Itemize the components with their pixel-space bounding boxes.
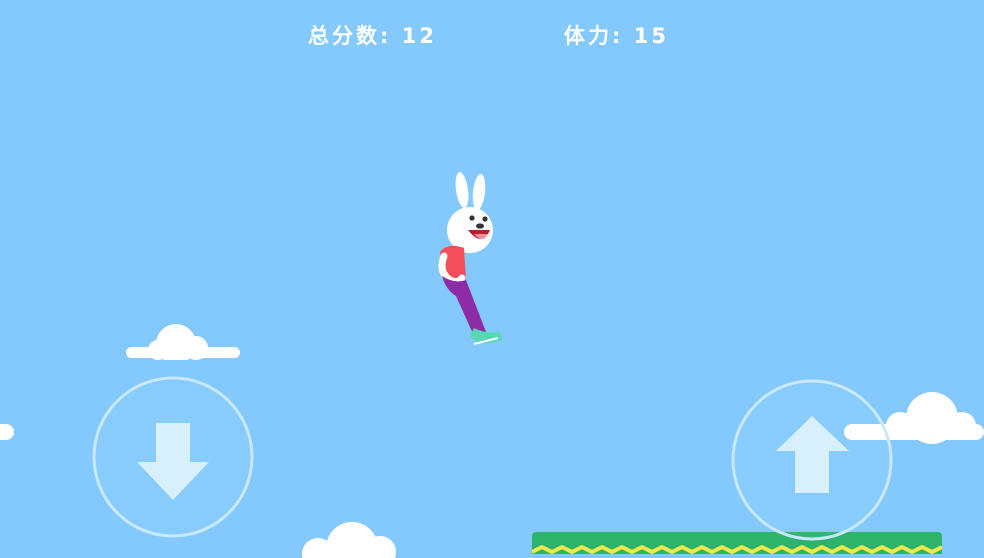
stamina-value: 15 xyxy=(633,24,669,48)
score-display: 总分数: 12 xyxy=(308,20,437,50)
arrow-down-icon xyxy=(92,376,254,538)
bunny-character xyxy=(438,172,502,345)
stamina-label: 体力: xyxy=(564,24,624,48)
stamina-display: 体力: 15 xyxy=(564,20,669,50)
cloud xyxy=(302,522,396,558)
score-value: 12 xyxy=(401,24,437,48)
score-label: 总分数: xyxy=(308,24,392,48)
up-button[interactable] xyxy=(731,379,893,541)
down-button[interactable] xyxy=(92,376,254,538)
arrow-up-icon xyxy=(731,379,893,541)
cloud xyxy=(0,424,14,440)
cloud xyxy=(126,324,240,360)
